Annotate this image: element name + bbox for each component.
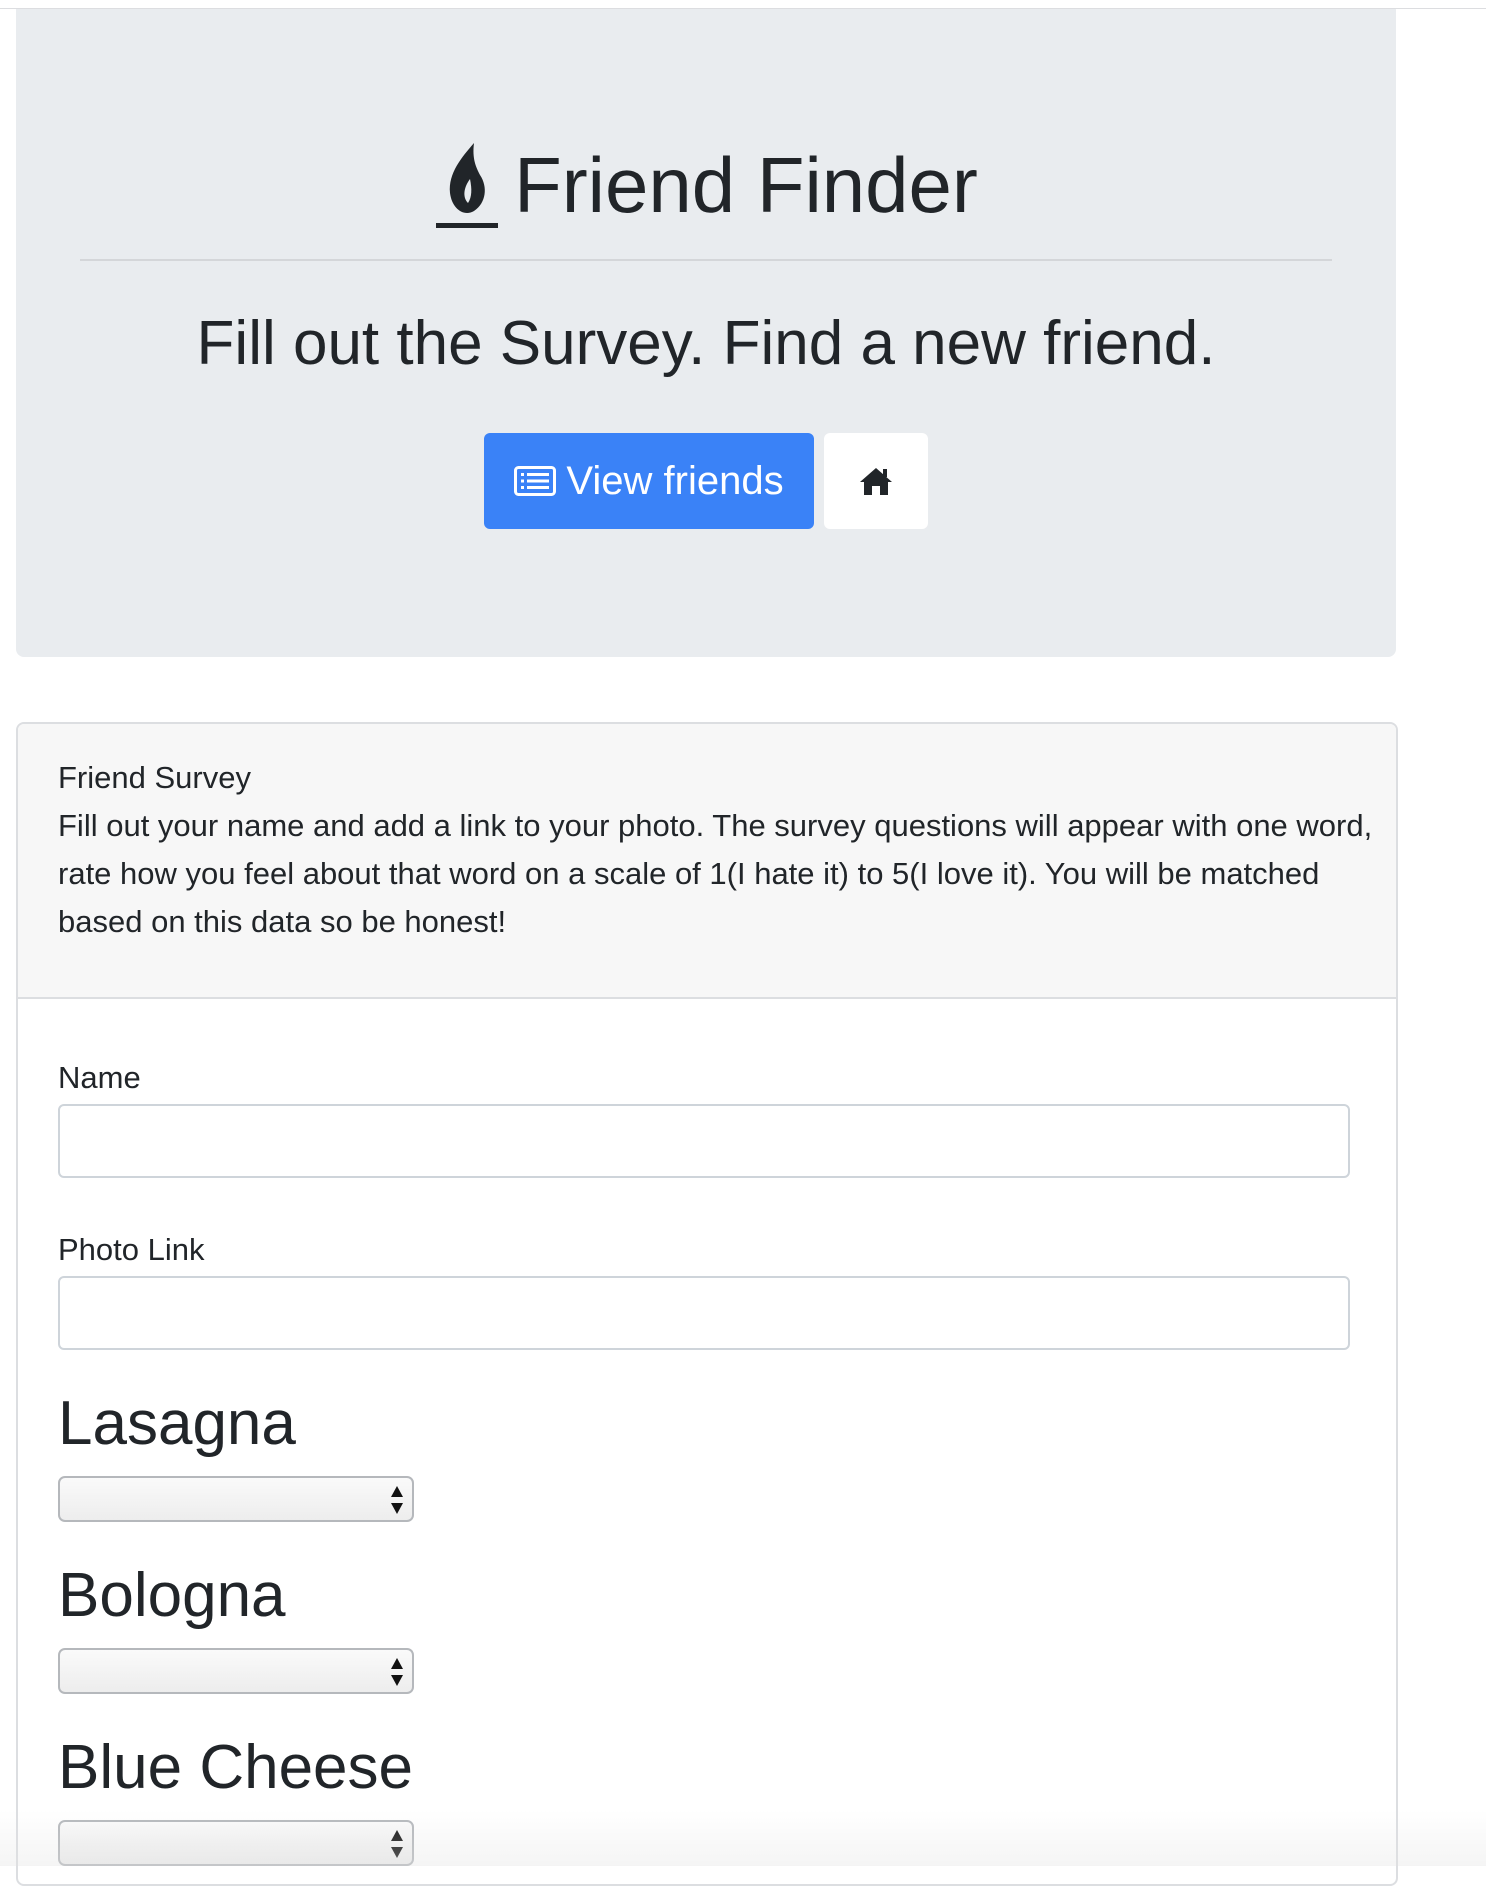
list-alt-icon xyxy=(514,466,557,496)
select-arrows-icon xyxy=(391,1658,403,1686)
select-arrows-icon xyxy=(391,1830,403,1858)
action-buttons: View friends xyxy=(484,433,928,529)
rating-select-lasagna[interactable] xyxy=(58,1476,414,1522)
name-input[interactable] xyxy=(58,1104,1350,1178)
question-lasagna: Lasagna xyxy=(58,1389,296,1458)
page-title: Friend Finder xyxy=(514,141,978,229)
rating-select-bologna[interactable] xyxy=(58,1648,414,1694)
brand: Friend Finder xyxy=(16,139,1396,231)
home-icon xyxy=(860,468,892,495)
jumbotron: Friend Finder Fill out the Survey. Find … xyxy=(16,9,1396,657)
rating-select-blue-cheese[interactable] xyxy=(58,1820,414,1866)
select-arrows-icon xyxy=(391,1486,403,1514)
photo-link-label: Photo Link xyxy=(58,1232,205,1267)
view-friends-label: View friends xyxy=(566,458,784,503)
survey-header: Friend Survey Fill out your name and add… xyxy=(18,724,1396,999)
survey-title: Friend Survey xyxy=(58,760,251,795)
survey-instructions: Fill out your name and add a link to you… xyxy=(58,808,1373,939)
photo-link-input[interactable] xyxy=(58,1276,1350,1350)
jumbotron-divider xyxy=(80,259,1332,261)
question-bologna: Bologna xyxy=(58,1561,286,1630)
fire-icon xyxy=(436,143,499,228)
name-label: Name xyxy=(58,1060,141,1095)
lead-text: Fill out the Survey. Find a new friend. xyxy=(196,309,1216,378)
question-blue-cheese: Blue Cheese xyxy=(58,1733,414,1802)
survey-card: Friend Survey Fill out your name and add… xyxy=(16,722,1398,1886)
home-button[interactable] xyxy=(824,433,928,529)
view-friends-button[interactable]: View friends xyxy=(484,433,814,529)
